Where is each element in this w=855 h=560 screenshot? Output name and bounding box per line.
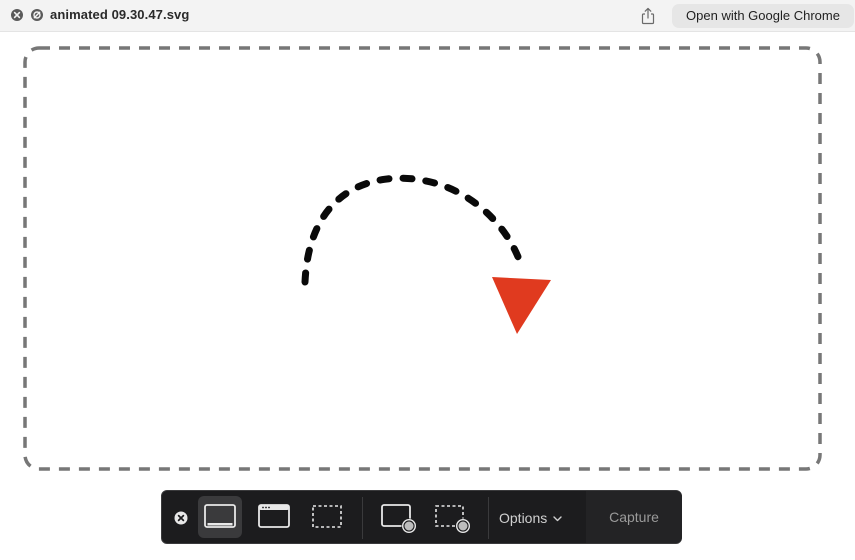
- capture-toolbar: Options Capture: [161, 490, 682, 544]
- window-titlebar: animated 09.30.47.svg Open with Google C…: [0, 0, 855, 32]
- selection-icon: [312, 505, 342, 528]
- close-capture-icon[interactable]: [174, 511, 188, 525]
- record-selection-icon: [435, 505, 471, 534]
- options-label: Options: [499, 510, 548, 526]
- preview-area: [0, 32, 855, 560]
- dashed-arc: [301, 174, 526, 286]
- share-icon[interactable]: [639, 6, 657, 26]
- capture-selected-portion-button[interactable]: [305, 496, 349, 538]
- svg-preview: [23, 46, 822, 471]
- screen-icon: [204, 504, 236, 528]
- open-with-button[interactable]: Open with Google Chrome: [672, 4, 854, 28]
- hide-icon[interactable]: [30, 8, 44, 22]
- capture-button[interactable]: Capture: [586, 491, 682, 543]
- close-icon[interactable]: [10, 8, 24, 22]
- capture-entire-screen-button[interactable]: [198, 496, 242, 538]
- window-icon: [258, 504, 290, 528]
- record-screen-icon: [381, 504, 417, 534]
- chevron-down-icon: [553, 516, 562, 522]
- toolbar-divider: [488, 497, 489, 539]
- arrow-head: [492, 277, 551, 334]
- record-selected-portion-button[interactable]: [430, 496, 474, 538]
- selection-frame[interactable]: [23, 46, 822, 471]
- window-title: animated 09.30.47.svg: [50, 7, 190, 22]
- record-entire-screen-button[interactable]: [376, 496, 420, 538]
- options-menu[interactable]: Options: [499, 505, 562, 531]
- capture-selected-window-button[interactable]: [252, 496, 296, 538]
- toolbar-divider: [362, 497, 363, 539]
